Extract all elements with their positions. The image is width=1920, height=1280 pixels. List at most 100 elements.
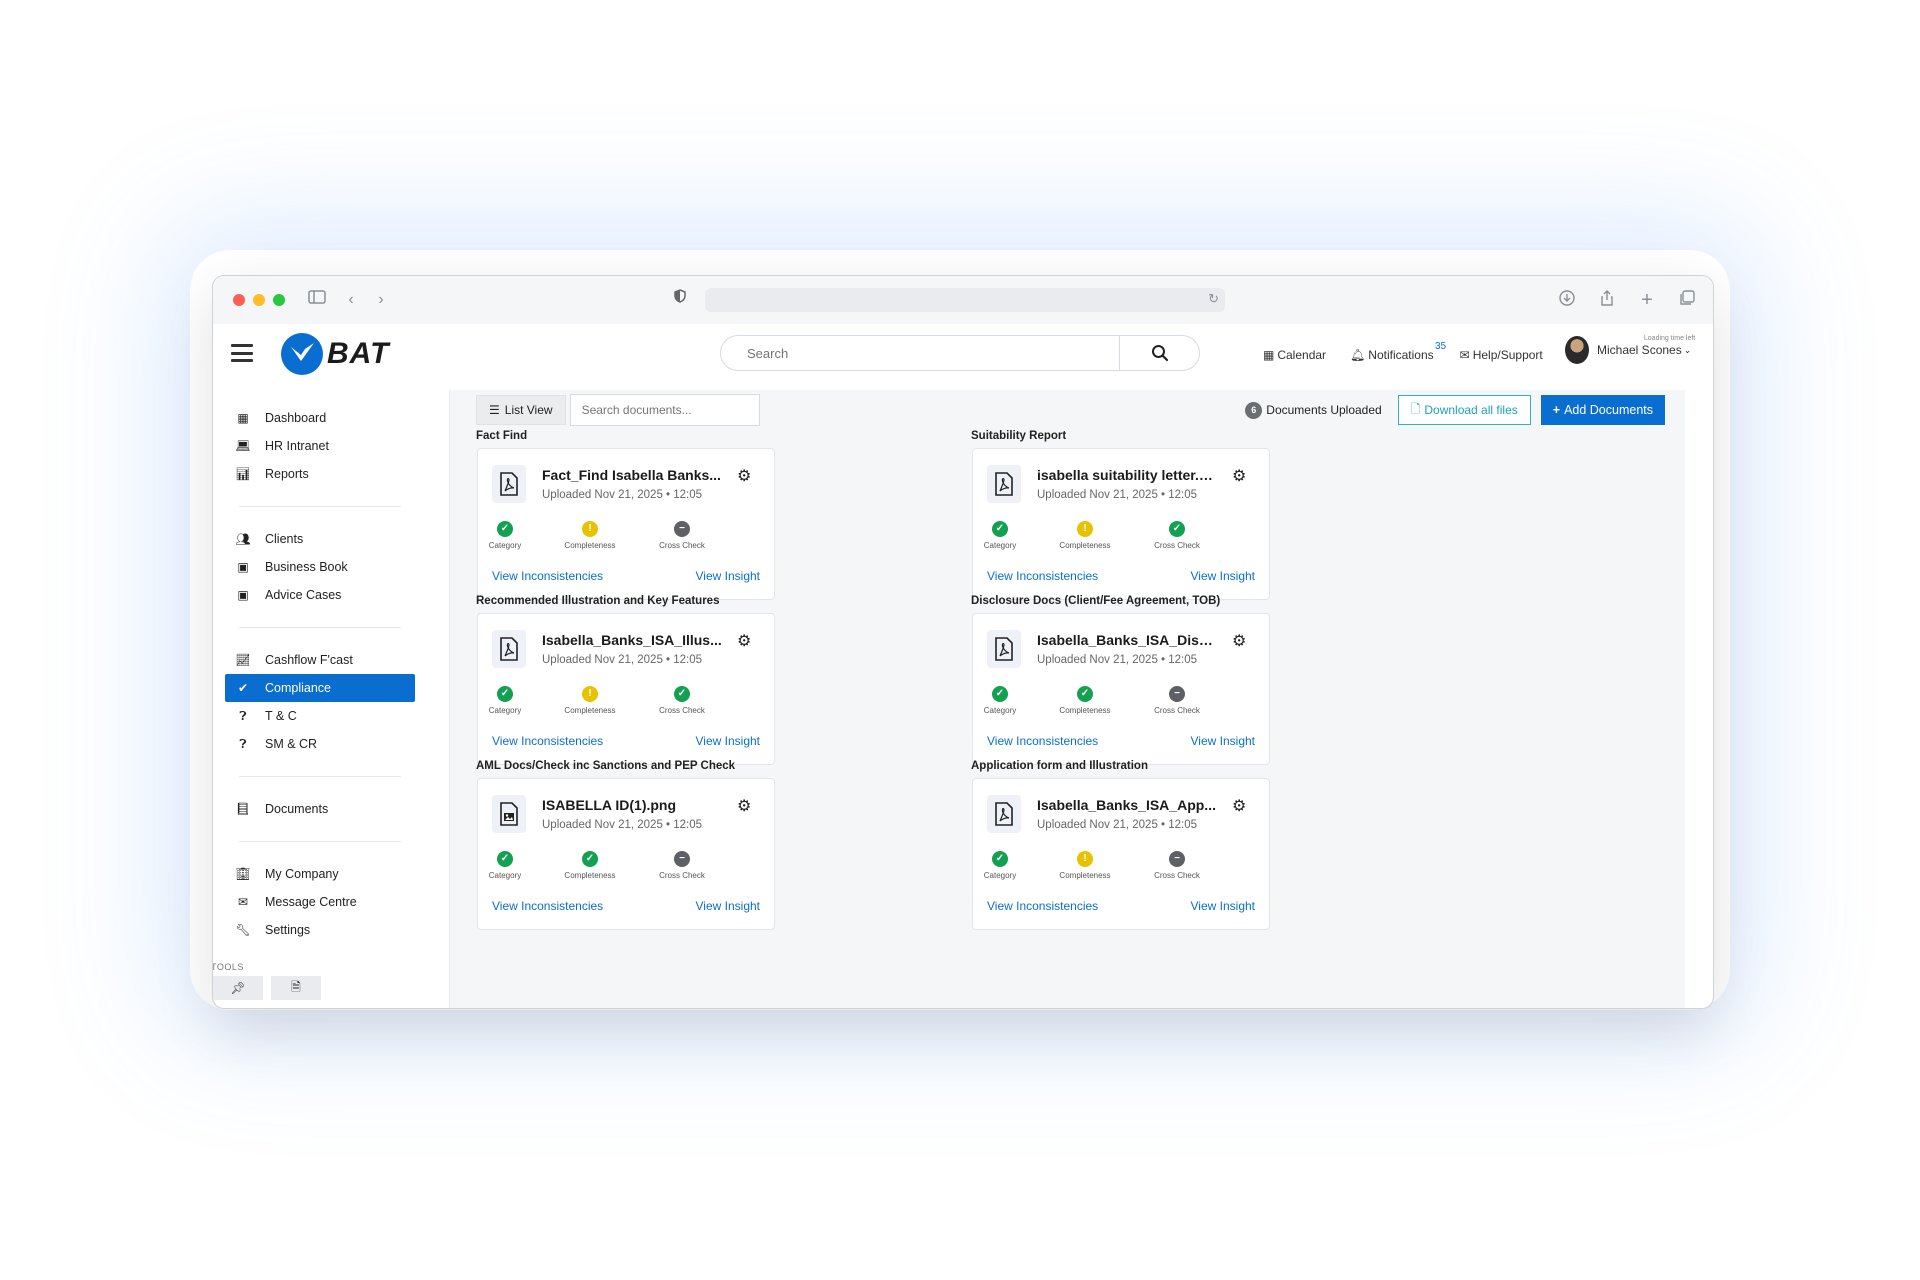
- global-search-input[interactable]: [721, 336, 1119, 370]
- view-inconsistencies-link[interactable]: View Inconsistencies: [987, 734, 1098, 748]
- user-name: Michael Scones: [1597, 343, 1682, 357]
- document-card-links: View Inconsistencies View Insight: [492, 569, 760, 583]
- help-support-label: Help/Support: [1472, 348, 1543, 362]
- add-documents-button[interactable]: + Add Documents: [1540, 395, 1665, 425]
- sidebar-divider: [239, 627, 401, 628]
- gear-icon[interactable]: ⚙: [1232, 466, 1246, 486]
- sidebar-item-dashboard[interactable]: ▦ Dashboard: [225, 404, 415, 432]
- gear-icon[interactable]: ⚙: [737, 466, 751, 486]
- money-icon: ▣: [237, 588, 249, 602]
- sidebar-item-documents[interactable]: 📘︎ Documents: [225, 795, 415, 823]
- download-icon[interactable]: [1557, 290, 1577, 310]
- search-button[interactable]: [1119, 336, 1199, 370]
- gear-icon[interactable]: ⚙: [1232, 796, 1246, 816]
- document-file-name[interactable]: isabella suitability letter.p...: [1037, 467, 1217, 483]
- share-icon[interactable]: [1597, 290, 1617, 310]
- download-all-button[interactable]: 🗋 Download all files: [1397, 395, 1531, 425]
- sidebar-item-hr-intranet[interactable]: 💻︎ HR Intranet: [225, 432, 415, 460]
- check-circle-icon: ✓: [497, 521, 513, 537]
- section-title: AML Docs/Check inc Sanctions and PEP Che…: [476, 760, 736, 772]
- file-pdf-icon: 🗎: [291, 979, 301, 994]
- sidebar-item-advice-cases[interactable]: ▣ Advice Cases: [225, 581, 415, 609]
- tabs-overview-icon[interactable]: [1677, 290, 1697, 310]
- sidebar-item-message-centre[interactable]: ✉ Message Centre: [225, 888, 415, 916]
- menu-icon[interactable]: [231, 344, 253, 362]
- list-icon: ☰: [489, 403, 500, 417]
- view-inconsistencies-link[interactable]: View Inconsistencies: [492, 569, 603, 583]
- gear-icon[interactable]: ⚙: [1232, 631, 1246, 651]
- sidebar-item-compliance[interactable]: ✔ Compliance: [225, 674, 415, 702]
- address-bar[interactable]: ↻: [705, 288, 1225, 312]
- dashboard-icon: ▦: [237, 411, 249, 425]
- document-card: Isabella_Banks_ISA_Illus... ⚙ Uploaded Nov…: [477, 613, 775, 765]
- content-area: ☰ List View 6 Documents Uploaded 🗋 Downl…: [427, 390, 1713, 1008]
- view-insight-link[interactable]: View Insight: [696, 899, 760, 913]
- minimize-window-button[interactable]: [253, 294, 265, 306]
- pin-icon: 📌︎: [230, 981, 246, 995]
- sidebar-item-t-c[interactable]: ❓︎ T & C: [225, 702, 415, 730]
- check-label: Category: [983, 541, 1017, 550]
- view-insight-link[interactable]: View Insight: [696, 569, 760, 583]
- chevron-down-icon: ⌄: [1683, 344, 1692, 355]
- sidebar-toggle-icon[interactable]: [307, 290, 327, 310]
- pdf-tool-button[interactable]: 🗎: [271, 976, 321, 1000]
- sidebar-item-cashflow-f-cast[interactable]: 📈︎ Cashflow F'cast: [225, 646, 415, 674]
- view-insight-link[interactable]: View Insight: [1191, 569, 1255, 583]
- close-window-button[interactable]: [233, 294, 245, 306]
- reload-icon[interactable]: ↻: [1208, 291, 1219, 307]
- document-card-links: View Inconsistencies View Insight: [987, 899, 1255, 913]
- view-insight-link[interactable]: View Insight: [1191, 734, 1255, 748]
- browser-toolbar: ‹ › ↻ +: [213, 276, 1713, 324]
- help-support-link[interactable]: ✉ Help/Support: [1460, 348, 1543, 362]
- sidebar-item-my-company[interactable]: 🏢︎ My Company: [225, 860, 415, 888]
- view-inconsistencies-link[interactable]: View Inconsistencies: [987, 569, 1098, 583]
- view-insight-link[interactable]: View Insight: [1191, 899, 1255, 913]
- laptop-icon: 💻︎: [235, 439, 251, 453]
- check-label: Completeness: [1059, 871, 1111, 880]
- check-label: Category: [983, 706, 1017, 715]
- gear-icon[interactable]: ⚙: [737, 631, 751, 651]
- list-view-button[interactable]: ☰ List View: [476, 395, 566, 425]
- view-inconsistencies-link[interactable]: View Inconsistencies: [492, 899, 603, 913]
- document-search-input[interactable]: [569, 394, 760, 426]
- sidebar-item-label: Clients: [265, 532, 304, 546]
- calendar-link[interactable]: ▦ Calendar: [1263, 348, 1326, 362]
- brand-name: BAT: [327, 337, 390, 370]
- new-tab-icon[interactable]: +: [1637, 290, 1657, 310]
- document-checks: ✓ Category ✓ Completeness − Cross Check: [478, 851, 774, 881]
- document-file-name[interactable]: Isabella_Banks_ISA_Illus...: [542, 632, 722, 648]
- sidebar-item-settings[interactable]: 🔧︎ Settings: [225, 916, 415, 944]
- maximize-window-button[interactable]: [273, 294, 285, 306]
- forward-icon[interactable]: ›: [371, 290, 391, 310]
- check-circle-icon: ✓: [992, 686, 1008, 702]
- document-file-name[interactable]: Fact_Find Isabella Banks...: [542, 467, 722, 483]
- question-icon: ❓︎: [239, 736, 247, 751]
- sidebar-item-sm-cr[interactable]: ❓︎ SM & CR: [225, 730, 415, 758]
- view-insight-link[interactable]: View Insight: [696, 734, 760, 748]
- list-view-label: List View: [504, 403, 553, 417]
- back-icon[interactable]: ‹: [341, 290, 361, 310]
- notifications-link[interactable]: 🔔︎ Notifications: [1350, 348, 1434, 362]
- sidebar-item-label: Dashboard: [265, 411, 327, 425]
- pin-tool-button[interactable]: 📌︎: [213, 976, 263, 1000]
- view-inconsistencies-link[interactable]: View Inconsistencies: [492, 734, 603, 748]
- check-category: ✓ Category: [960, 521, 1040, 550]
- view-inconsistencies-link[interactable]: View Inconsistencies: [987, 899, 1098, 913]
- document-card: isabella suitability letter.p... ⚙ Uploade…: [972, 448, 1270, 600]
- plus-icon: +: [1552, 403, 1561, 417]
- document-file-name[interactable]: Isabella_Banks_ISA_Disc...: [1037, 632, 1217, 648]
- brand-logo[interactable]: BAT: [281, 333, 389, 375]
- sidebar-item-clients[interactable]: 👥︎ Clients: [225, 525, 415, 553]
- shield-icon: [673, 289, 687, 306]
- sidebar-item-reports[interactable]: 📊︎ Reports: [225, 460, 415, 488]
- document-file-name[interactable]: Isabella_Banks_ISA_App...: [1037, 797, 1217, 813]
- document-file-name[interactable]: ISABELLA ID(1).png: [542, 797, 722, 813]
- user-menu[interactable]: Michael Scones ⌄ Loading time left: [1565, 335, 1695, 364]
- sidebar-item-business-book[interactable]: ▣ Business Book: [225, 553, 415, 581]
- gear-icon[interactable]: ⚙: [737, 796, 751, 816]
- warning-circle-icon: !: [1077, 521, 1093, 537]
- check-circle-icon: ✓: [992, 521, 1008, 537]
- documents-uploaded-status: 6 Documents Uploaded: [1245, 401, 1382, 419]
- section-title: Application form and Illustration: [971, 760, 1148, 772]
- warning-circle-icon: !: [1077, 851, 1093, 867]
